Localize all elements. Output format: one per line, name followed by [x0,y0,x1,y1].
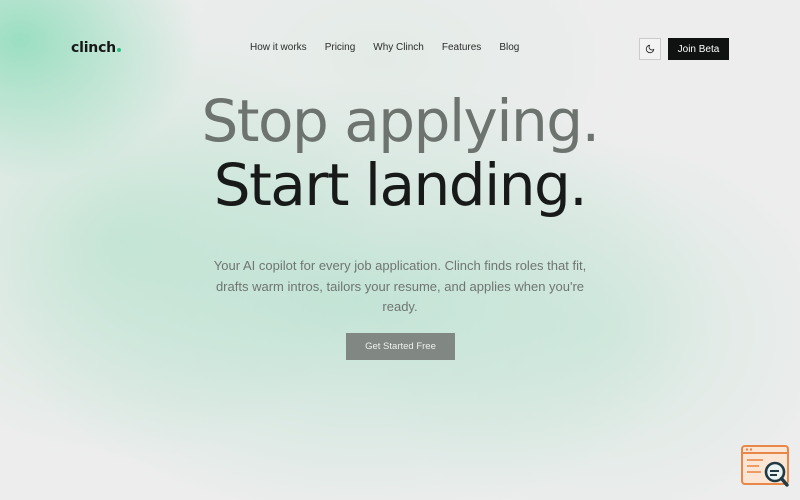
logo-dot-icon [116,48,121,52]
theme-toggle-button[interactable] [639,38,661,60]
nav-link-features[interactable]: Features [442,42,481,53]
nav-link-blog[interactable]: Blog [499,42,519,53]
headline-line-2: Start landing. [213,151,588,219]
nav-link-how-it-works[interactable]: How it works [250,42,307,53]
search-badge-icon[interactable] [741,445,791,489]
brand-name: clinch [71,40,116,56]
moon-icon [645,44,655,54]
nav-links: How it works Pricing Why Clinch Features… [250,42,519,53]
brand-logo[interactable]: clinch [71,40,121,56]
join-beta-button[interactable]: Join Beta [668,38,729,60]
hero-subtitle: Your AI copilot for every job applicatio… [213,258,587,314]
nav-link-pricing[interactable]: Pricing [325,42,356,53]
top-nav: clinch How it works Pricing Why Clinch F… [0,0,800,98]
headline-line-1: Stop applying. [201,87,600,155]
get-started-button[interactable]: Get Started Free [346,333,455,360]
nav-link-why-clinch[interactable]: Why Clinch [373,42,424,53]
